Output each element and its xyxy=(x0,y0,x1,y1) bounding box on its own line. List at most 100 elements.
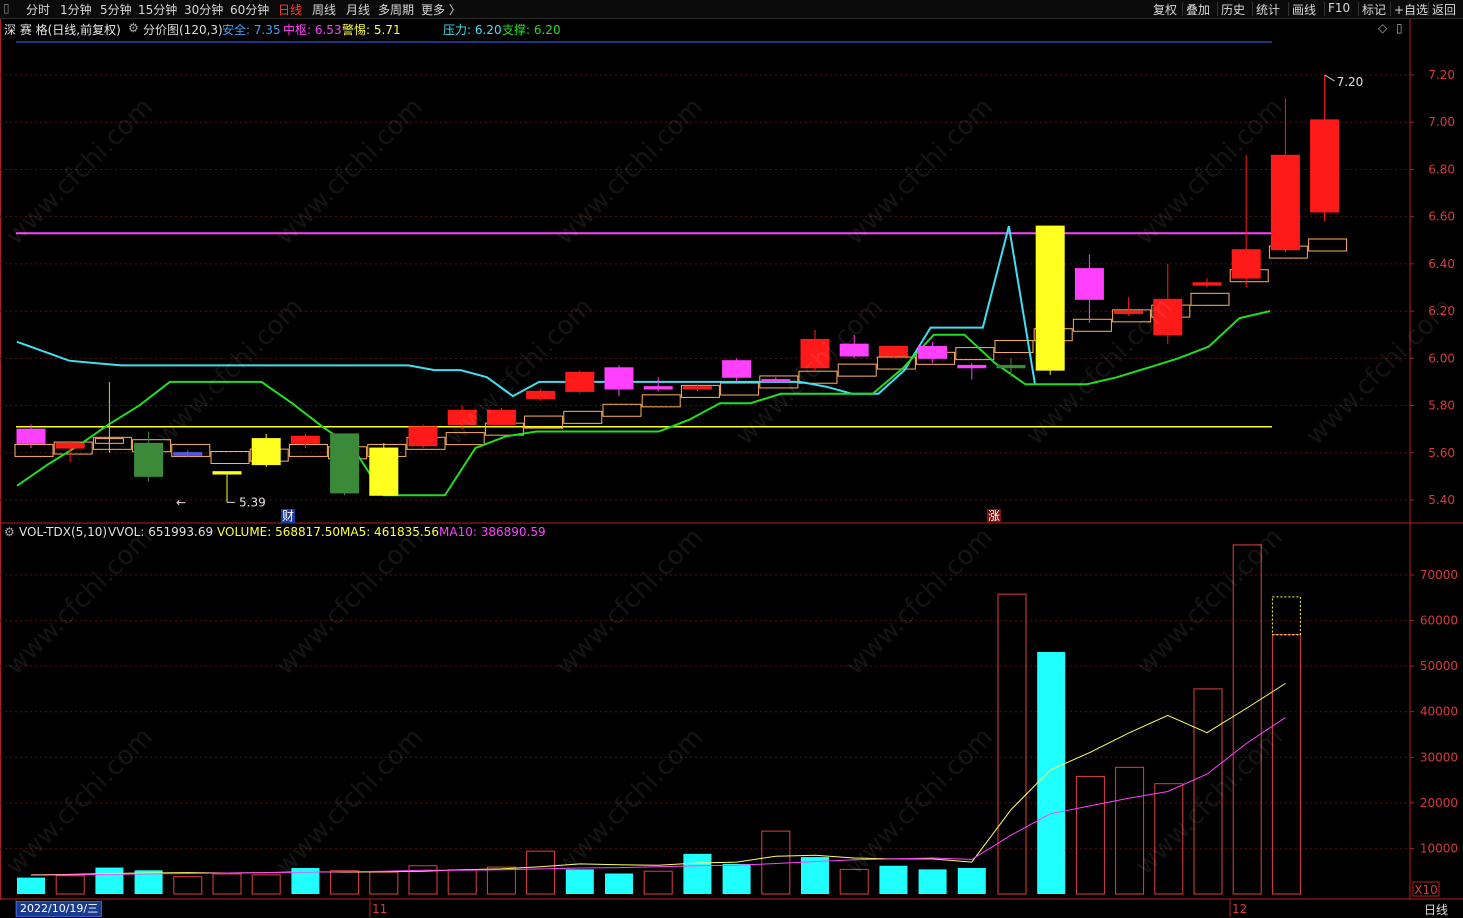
volume-bar xyxy=(330,870,360,895)
candle-body xyxy=(212,471,242,475)
volume-bar xyxy=(643,870,673,895)
candle-body xyxy=(682,386,712,390)
candle-body xyxy=(878,346,908,357)
candle-body xyxy=(447,409,477,425)
price-step-box xyxy=(1190,292,1230,306)
candle-body xyxy=(957,364,987,369)
volume-bar xyxy=(17,877,45,894)
volume-tick-label: 40000 xyxy=(1420,705,1458,719)
price-tick-label: 6.80 xyxy=(1428,162,1455,176)
projected-volume-bar xyxy=(1271,596,1301,636)
candle-body xyxy=(839,343,869,357)
price-step-box xyxy=(837,363,877,377)
candle-body xyxy=(643,386,673,390)
candle-body xyxy=(290,435,320,444)
price-step-box xyxy=(288,443,328,457)
ma5-line xyxy=(30,683,1286,876)
candle-body xyxy=(1231,249,1261,279)
volume-bar xyxy=(55,875,85,895)
price-step-box xyxy=(1072,318,1112,332)
candle-body xyxy=(761,379,791,383)
price-tick-label: 5.40 xyxy=(1428,493,1455,507)
price-step-box xyxy=(602,403,642,417)
volume-tick-label: 60000 xyxy=(1420,614,1458,628)
stock-chart[interactable]: 7.20 7.00 6.80 6.60 6.40 6.20 6.00 5.80 5.60 5.40… xyxy=(0,0,1463,917)
candle-body xyxy=(800,338,830,369)
volume-bar xyxy=(1037,652,1066,894)
candle-body xyxy=(604,367,634,390)
month-label-1: 12 xyxy=(1232,902,1247,916)
volume-bar xyxy=(1193,688,1223,895)
price-step-box xyxy=(720,382,760,396)
candle-body xyxy=(1192,282,1222,286)
volume-bar xyxy=(801,857,829,894)
candle-body xyxy=(134,442,164,477)
candle-body xyxy=(1270,154,1300,251)
candle-body xyxy=(1035,225,1065,371)
candle-body xyxy=(55,442,85,449)
period-label[interactable]: 日线 xyxy=(1424,901,1448,918)
low-price-label: 5.39 xyxy=(239,495,266,509)
up-marker: 涨 xyxy=(988,508,1000,523)
price-step-box xyxy=(641,394,681,408)
fin-marker: 财 xyxy=(282,509,294,523)
volume-tick-label: 20000 xyxy=(1420,796,1458,810)
candle-body xyxy=(918,346,948,359)
volume-bar xyxy=(839,868,869,895)
price-step-box xyxy=(484,422,524,436)
price-tick-label: 7.00 xyxy=(1428,115,1455,129)
candle-body xyxy=(996,364,1026,369)
price-step-box xyxy=(563,410,603,424)
volume-bar xyxy=(1115,766,1145,895)
ma10-line xyxy=(30,717,1286,876)
candle-body xyxy=(1153,298,1183,336)
price-step-box xyxy=(1308,238,1348,252)
price-step-box xyxy=(798,370,838,384)
price-step-box xyxy=(210,451,250,464)
price-tick-label: 6.00 xyxy=(1428,351,1455,365)
volume-tick-label: 30000 xyxy=(1420,750,1458,764)
candle-body xyxy=(1114,310,1144,314)
candle-body xyxy=(369,447,399,496)
support-line xyxy=(16,310,1271,497)
volume-bar xyxy=(997,593,1027,895)
candle-body xyxy=(16,428,46,444)
cursor-date: 2022/10/19/三 xyxy=(16,901,103,917)
volume-bar xyxy=(486,866,516,895)
volume-bar xyxy=(722,863,751,894)
candle-body xyxy=(408,426,438,447)
volume-bar xyxy=(683,853,712,894)
volume-bar xyxy=(526,850,556,895)
low-arrow-icon: ← xyxy=(176,495,186,509)
volume-bar xyxy=(1271,634,1301,895)
price-step-box xyxy=(445,432,485,446)
price-tick-label: 5.60 xyxy=(1428,446,1455,460)
volume-bar xyxy=(369,871,399,895)
volume-unit-label: X10 xyxy=(1414,883,1438,897)
price-tick-label: 6.40 xyxy=(1428,257,1455,271)
candle-body xyxy=(526,390,556,399)
high-price-label: 7.20 xyxy=(1337,75,1364,89)
candle-body xyxy=(565,372,595,392)
volume-bar xyxy=(447,869,477,895)
candle-body xyxy=(251,438,281,466)
candle-body xyxy=(1074,268,1104,300)
volume-bar xyxy=(918,869,947,894)
volume-bar xyxy=(565,869,594,894)
high-marker-line xyxy=(1324,74,1335,82)
candle-body xyxy=(486,409,516,425)
volume-bar xyxy=(1154,783,1184,895)
volume-tick-label: 10000 xyxy=(1420,841,1458,855)
candle-body xyxy=(1310,119,1340,213)
volume-bar xyxy=(173,876,203,895)
price-step-box xyxy=(14,443,54,457)
price-tick-label: 6.20 xyxy=(1428,304,1455,318)
price-tick-label: 6.60 xyxy=(1428,210,1455,224)
volume-bar xyxy=(605,873,633,894)
price-tick-label: 5.80 xyxy=(1428,399,1455,413)
volume-tick-label: 50000 xyxy=(1420,659,1458,673)
volume-bar xyxy=(957,868,986,894)
volume-bar xyxy=(251,874,281,895)
volume-bar xyxy=(1232,544,1262,895)
candle-body xyxy=(330,433,360,494)
